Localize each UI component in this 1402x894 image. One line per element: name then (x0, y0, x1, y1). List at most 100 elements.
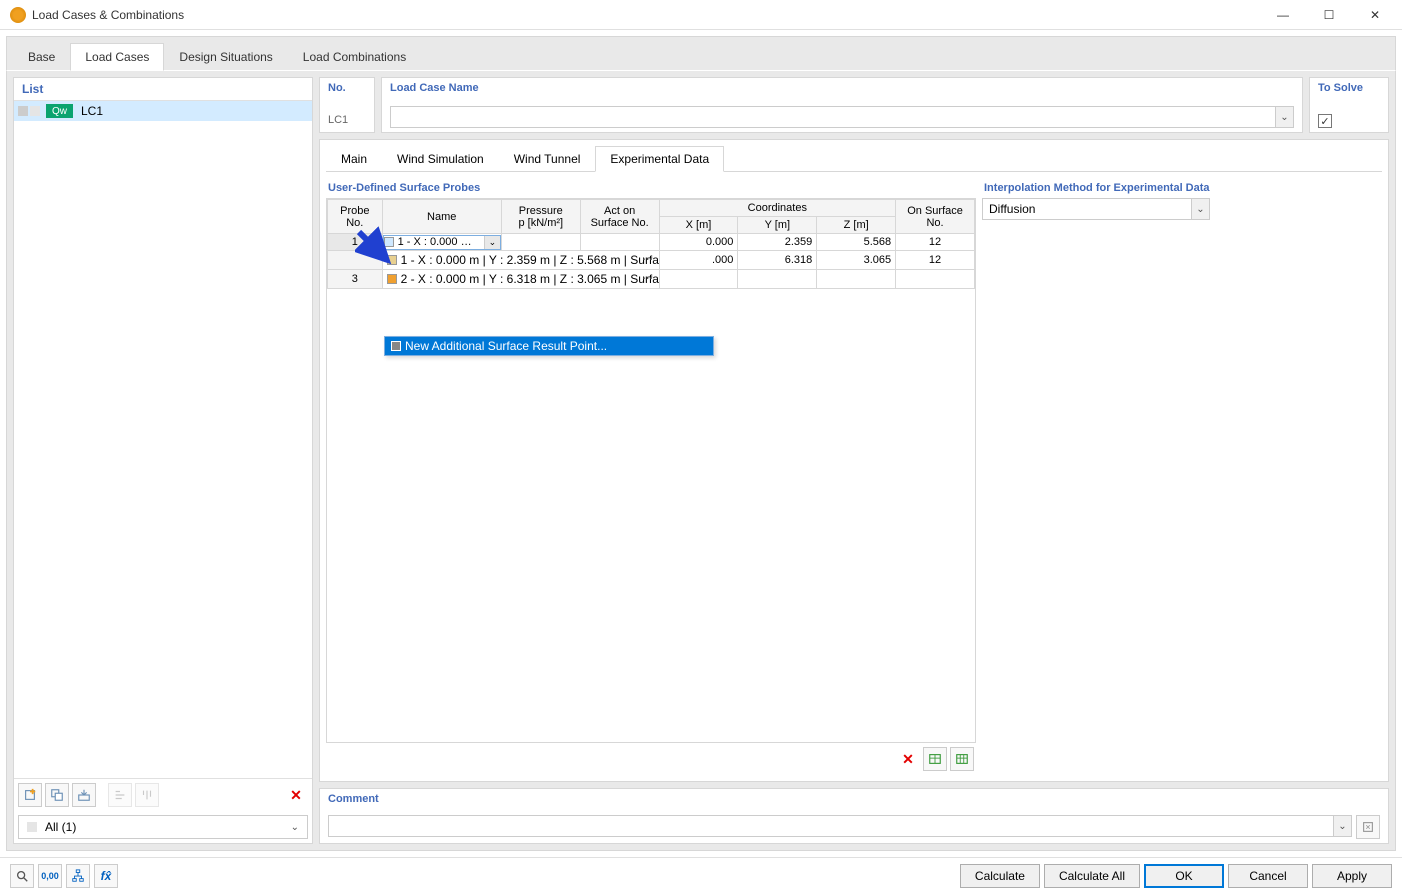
import-button[interactable] (72, 783, 96, 807)
ok-button[interactable]: OK (1144, 864, 1224, 888)
ellipsis-button[interactable]: … (639, 251, 657, 263)
name-combo[interactable]: 1 - X : 0.000 m ... ⌄ (383, 235, 501, 250)
export-button[interactable] (923, 747, 947, 771)
probes-section-label: User-Defined Surface Probes (326, 178, 976, 198)
x-cell[interactable]: .000 (659, 251, 738, 270)
solve-box: To Solve ✓ (1309, 77, 1389, 133)
color-swatch-icon (384, 237, 394, 247)
surf-cell[interactable]: 12 (896, 251, 975, 270)
close-button[interactable]: ✕ (1352, 0, 1398, 30)
function-button[interactable]: fx̂ (94, 864, 118, 888)
new-icon (23, 788, 37, 802)
comment-edit-button[interactable] (1356, 815, 1380, 839)
color-swatch-icon (387, 274, 397, 284)
y-c] data-bind[interactable]: 2.359 (738, 234, 817, 251)
filter-label: All (1) (45, 820, 76, 834)
name-value: 1 - X : 0.000 m | Y : 2.359 m | Z : 5.56… (401, 253, 659, 267)
z-cell[interactable]: 5.568 (817, 234, 896, 251)
load-case-name-combo[interactable]: ⌄ (390, 106, 1294, 128)
tab-design-situations[interactable]: Design Situations (164, 43, 287, 70)
delete-icon: ✕ (290, 787, 302, 804)
units-button[interactable]: 0,00 (38, 864, 62, 888)
dropdown-label: New Additional Surface Result Point... (405, 339, 607, 353)
calculate-button[interactable]: Calculate (960, 864, 1040, 888)
tab-experimental-data[interactable]: Experimental Data (595, 146, 724, 172)
no-box: No. LC1 (319, 77, 375, 133)
minimize-button[interactable]: — (1260, 0, 1306, 30)
delete-icon: ✕ (902, 751, 914, 768)
table-row[interactable]: 1 - X : 0.000 m | Y : 2.359 m | Z : 5.56… (328, 251, 975, 270)
interp-value: Diffusion (983, 202, 1191, 216)
col-y[interactable]: Y [m] (738, 217, 817, 234)
calculate-all-button[interactable]: Calculate All (1044, 864, 1140, 888)
interpolation-combo[interactable]: Diffusion ⌄ (982, 198, 1210, 220)
table-row[interactable]: 3 2 - X : 0.000 m | Y : 6.318 m | Z : 3.… (328, 270, 975, 289)
list-item-lc1[interactable]: Qw LC1 (14, 101, 312, 121)
col-pressure[interactable]: Pressurep [kN/m²] (501, 200, 580, 234)
chevron-down-icon: ⌄ (1191, 199, 1209, 219)
search-icon (15, 869, 29, 883)
import-icon (77, 788, 91, 802)
sub-tab-strip: Main Wind Simulation Wind Tunnel Experim… (326, 146, 1382, 172)
row-no (328, 251, 383, 270)
name-dropdown-popup[interactable]: New Additional Surface Result Point... (384, 336, 714, 356)
name-value: 1 - X : 0.000 m ... (394, 236, 484, 248)
y-cell[interactable]: 6.318 (738, 251, 817, 270)
tab-wind-tunnel[interactable]: Wind Tunnel (499, 146, 596, 172)
col-on-surface[interactable]: On SurfaceNo. (896, 200, 975, 234)
x-cell[interactable]: 0.000 (659, 234, 738, 251)
comment-combo[interactable]: ⌄ (328, 815, 1352, 837)
delete-row-button[interactable]: ✕ (896, 747, 920, 771)
acton-cell[interactable] (580, 234, 659, 251)
tab-wind-simulation[interactable]: Wind Simulation (382, 146, 499, 172)
table-toolbar: ✕ (326, 743, 976, 775)
probes-table[interactable]: ProbeNo. Name Pressurep [kN/m²] Act onSu… (327, 199, 975, 289)
dist-v-button (108, 783, 132, 807)
surf-cell[interactable]: 12 (896, 234, 975, 251)
col-z[interactable]: Z [m] (817, 217, 896, 234)
dropdown-item-new[interactable]: New Additional Surface Result Point... (385, 337, 713, 355)
list-panel: List Qw LC1 ✕ (13, 77, 313, 844)
delete-button[interactable]: ✕ (284, 783, 308, 807)
col-name[interactable]: Name (382, 200, 501, 234)
search-button[interactable] (10, 864, 34, 888)
chevron-down-icon: ⌄ (291, 822, 299, 833)
cancel-button[interactable]: Cancel (1228, 864, 1308, 888)
pressure-cell[interactable] (501, 234, 580, 251)
list-body: Qw LC1 (14, 101, 312, 778)
list-swatch-icon (30, 106, 40, 116)
list-swatch-icon (18, 106, 28, 116)
tab-main[interactable]: Main (326, 146, 382, 172)
to-solve-checkbox[interactable]: ✓ (1318, 114, 1332, 128)
name-label: Load Case Name (390, 82, 1294, 94)
color-swatch-icon (387, 255, 397, 265)
apply-button[interactable]: Apply (1312, 864, 1392, 888)
z-cell[interactable]: 3.065 (817, 251, 896, 270)
solve-label: To Solve (1318, 82, 1380, 94)
edit-icon (1361, 820, 1375, 834)
tree-icon (71, 869, 85, 883)
col-act-on[interactable]: Act onSurface No. (580, 200, 659, 234)
tab-load-cases[interactable]: Load Cases (70, 43, 164, 71)
title-bar: Load Cases & Combinations — ☐ ✕ (0, 0, 1402, 30)
tree-button[interactable] (66, 864, 90, 888)
col-x[interactable]: X [m] (659, 217, 738, 234)
tab-base[interactable]: Base (13, 43, 70, 70)
app-icon (10, 7, 26, 23)
export-all-button[interactable] (950, 747, 974, 771)
new-swatch-icon (391, 341, 401, 351)
copy-icon (50, 788, 64, 802)
copy-button[interactable] (45, 783, 69, 807)
tab-load-combinations[interactable]: Load Combinations (288, 43, 421, 70)
list-filter-combo[interactable]: All (1) ⌄ (18, 815, 308, 839)
col-probe-no[interactable]: ProbeNo. (328, 200, 383, 234)
list-toolbar: ✕ (14, 778, 312, 811)
table-row[interactable]: 1 1 - X : 0.000 m ... ⌄ (328, 234, 975, 251)
maximize-button[interactable]: ☐ (1306, 0, 1352, 30)
ellipsis-button[interactable]: … (639, 270, 657, 282)
no-value: LC1 (328, 112, 366, 128)
probes-table-container: ProbeNo. Name Pressurep [kN/m²] Act onSu… (326, 198, 976, 743)
col-coords[interactable]: Coordinates (659, 200, 896, 217)
new-item-button[interactable] (18, 783, 42, 807)
filter-swatch-icon (27, 822, 37, 832)
